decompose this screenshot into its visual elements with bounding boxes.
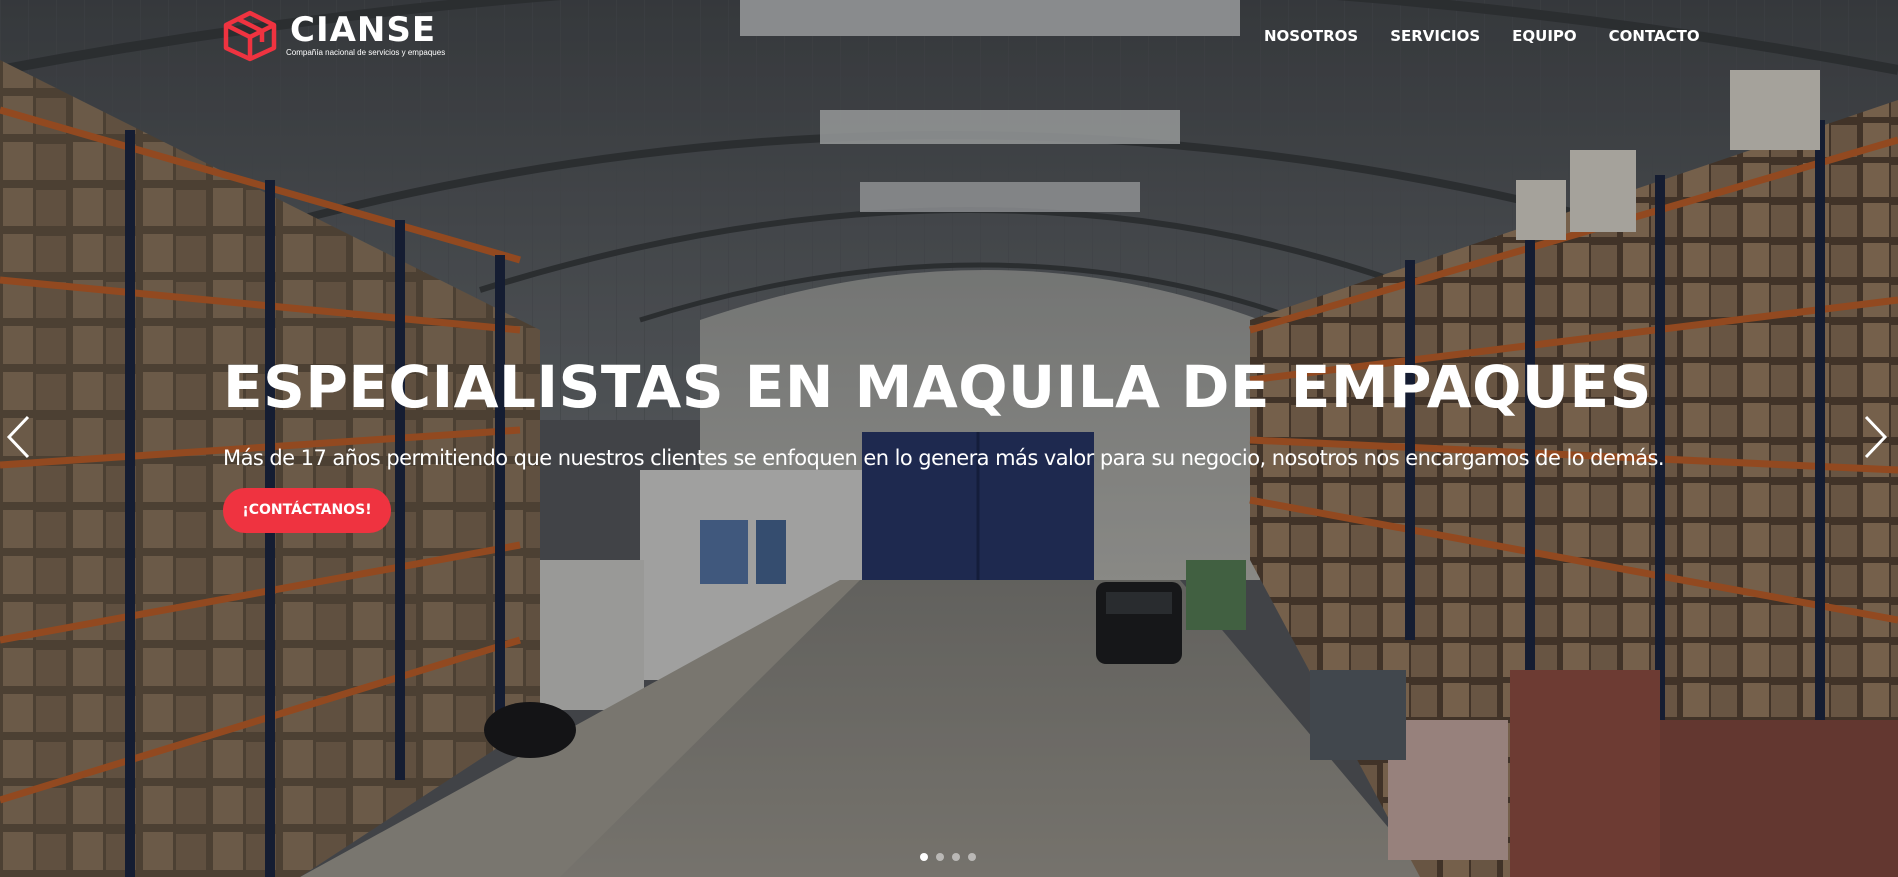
carousel-next-button[interactable] bbox=[1860, 414, 1890, 460]
carousel-dot-3[interactable] bbox=[952, 853, 960, 861]
brand-name: CIANSE bbox=[290, 10, 437, 50]
hero-slider: CIANSE Compañía nacional de servicios y … bbox=[0, 0, 1898, 877]
chevron-left-icon bbox=[6, 415, 30, 459]
hero-title: ESPECIALISTAS EN MAQUILA DE EMPAQUES bbox=[223, 353, 1652, 421]
main-nav: NOSOTROS SERVICIOS EQUIPO CONTACTO bbox=[1264, 24, 1700, 48]
brand-tagline: Compañía nacional de servicios y empaque… bbox=[286, 48, 446, 57]
nav-link-servicios[interactable]: SERVICIOS bbox=[1390, 24, 1480, 48]
nav-link-contacto[interactable]: CONTACTO bbox=[1609, 24, 1700, 48]
brand-logo[interactable]: CIANSE Compañía nacional de servicios y … bbox=[222, 10, 446, 62]
nav-link-nosotros[interactable]: NOSOTROS bbox=[1264, 24, 1358, 48]
contact-cta-button[interactable]: ¡CONTÁCTANOS! bbox=[223, 488, 391, 533]
hero-subtitle: Más de 17 años permitiendo que nuestros … bbox=[223, 446, 1665, 470]
carousel-dot-4[interactable] bbox=[968, 853, 976, 861]
carousel-dot-2[interactable] bbox=[936, 853, 944, 861]
nav-link-equipo[interactable]: EQUIPO bbox=[1512, 24, 1577, 48]
cube-logo-icon bbox=[223, 10, 277, 62]
site-header: CIANSE Compañía nacional de servicios y … bbox=[0, 0, 1898, 74]
hero-dark-overlay bbox=[0, 0, 1898, 877]
carousel-prev-button[interactable] bbox=[4, 414, 34, 460]
carousel-dot-1[interactable] bbox=[920, 853, 928, 861]
chevron-right-icon bbox=[1864, 415, 1888, 459]
carousel-pagination bbox=[920, 853, 976, 861]
